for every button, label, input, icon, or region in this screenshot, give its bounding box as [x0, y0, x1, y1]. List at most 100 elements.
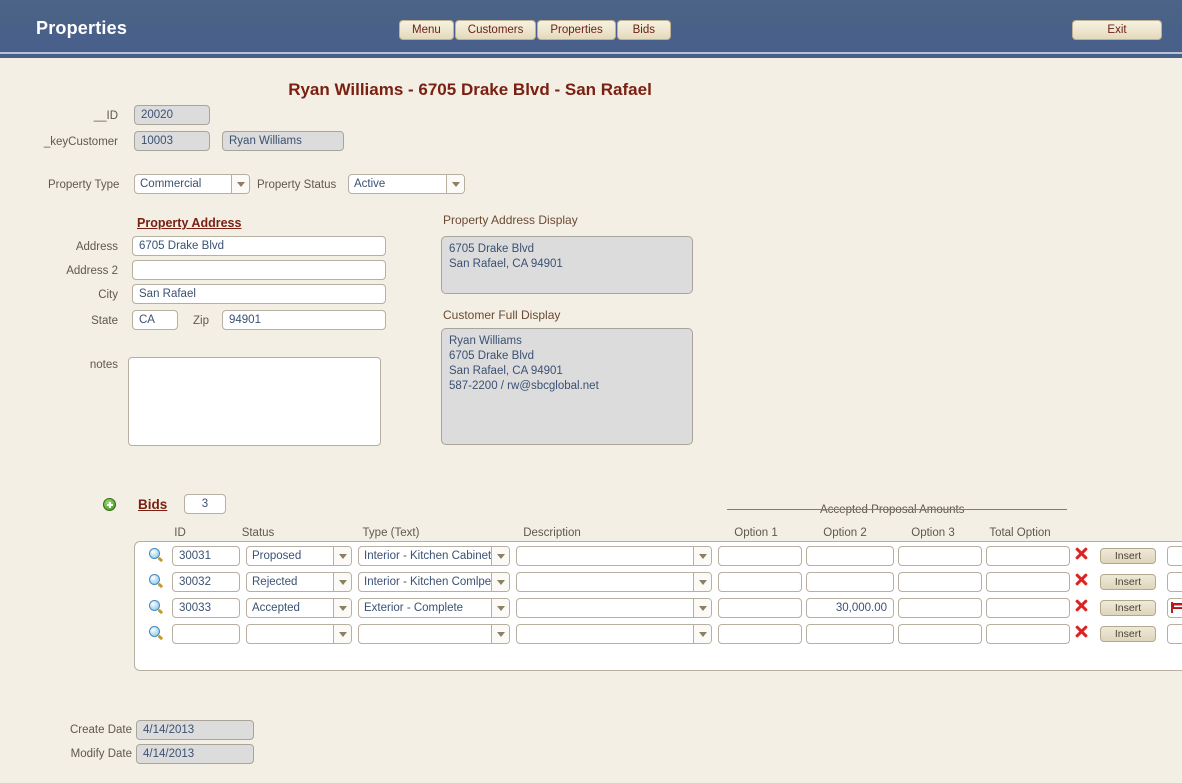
- bids-section-title: Bids: [138, 497, 168, 512]
- bid-status-dropdown[interactable]: [246, 624, 352, 644]
- column-header-status: Status: [241, 527, 275, 539]
- chevron-down-icon[interactable]: [333, 547, 351, 565]
- label-create-date: Create Date: [69, 724, 132, 736]
- bid-id-field[interactable]: 30032: [172, 572, 240, 592]
- bid-total-option-field[interactable]: [986, 546, 1070, 566]
- table-row[interactable]: 30031 Proposed Interior - Kitchen Cabine…: [135, 544, 1182, 570]
- nav-button-menu[interactable]: Menu: [399, 20, 454, 40]
- search-icon[interactable]: [149, 574, 164, 589]
- delete-row-icon[interactable]: [1075, 573, 1088, 586]
- nav-button-properties[interactable]: Properties: [537, 20, 616, 40]
- chevron-down-icon[interactable]: [231, 175, 249, 193]
- bid-extra-field[interactable]: [1167, 546, 1182, 566]
- bid-option1-field[interactable]: [718, 624, 802, 644]
- bid-extra-field[interactable]: [1167, 572, 1182, 592]
- bid-option3-field[interactable]: [898, 546, 982, 566]
- chevron-down-icon[interactable]: [491, 625, 509, 643]
- bid-option2-field[interactable]: [806, 572, 894, 592]
- bid-option3-field[interactable]: [898, 598, 982, 618]
- address-input[interactable]: 6705 Drake Blvd: [132, 236, 386, 256]
- table-row[interactable]: 30033 Accepted Exterior - Complete 30,00…: [135, 596, 1182, 622]
- column-header-description: Description: [523, 527, 581, 539]
- bid-total-option-field[interactable]: [986, 624, 1070, 644]
- label-property-type: Property Type: [48, 179, 120, 191]
- insert-button[interactable]: Insert: [1100, 600, 1156, 616]
- bid-total-option-field[interactable]: [986, 572, 1070, 592]
- bid-total-option-field[interactable]: [986, 598, 1070, 618]
- label-state: State: [91, 315, 118, 327]
- exit-button[interactable]: Exit: [1072, 20, 1162, 40]
- chevron-down-icon[interactable]: [693, 547, 711, 565]
- bid-type-dropdown[interactable]: Interior - Kitchen Cabinets: [358, 546, 510, 566]
- bid-description-dropdown[interactable]: [516, 598, 712, 618]
- bid-id-field[interactable]: 30033: [172, 598, 240, 618]
- chevron-down-icon[interactable]: [491, 547, 509, 565]
- label-property-status: Property Status: [257, 179, 337, 191]
- delete-row-icon[interactable]: [1075, 625, 1088, 638]
- property-status-value: Active: [354, 178, 386, 190]
- insert-button[interactable]: Insert: [1100, 548, 1156, 564]
- bid-option2-field[interactable]: 30,000.00: [806, 598, 894, 618]
- label-notes: notes: [89, 359, 118, 371]
- table-row[interactable]: 30032 Rejected Interior - Kitchen Comlpe…: [135, 570, 1182, 596]
- bid-type-value: Interior - Kitchen Cabinets: [364, 550, 491, 562]
- property-status-dropdown[interactable]: Active: [348, 174, 465, 194]
- bid-status-dropdown[interactable]: Proposed: [246, 546, 352, 566]
- bid-option3-field[interactable]: [898, 624, 982, 644]
- bid-extra-field[interactable]: [1167, 624, 1182, 644]
- create-date-field: 4/14/2013: [136, 720, 254, 740]
- bid-type-dropdown[interactable]: Interior - Kitchen Comlpete: [358, 572, 510, 592]
- label-address: Address: [75, 241, 118, 253]
- address2-input[interactable]: [132, 260, 386, 280]
- bid-description-dropdown[interactable]: [516, 624, 712, 644]
- insert-button[interactable]: Insert: [1100, 626, 1156, 642]
- chevron-down-icon[interactable]: [333, 599, 351, 617]
- chevron-down-icon[interactable]: [333, 573, 351, 591]
- city-input[interactable]: San Rafael: [132, 284, 386, 304]
- search-icon[interactable]: [149, 626, 164, 641]
- bid-status-dropdown[interactable]: Accepted: [246, 598, 352, 618]
- insert-button[interactable]: Insert: [1100, 574, 1156, 590]
- bid-extra-field[interactable]: [1167, 598, 1182, 618]
- delete-row-icon[interactable]: [1075, 547, 1088, 560]
- bid-option3-field[interactable]: [898, 572, 982, 592]
- search-icon[interactable]: [149, 548, 164, 563]
- bid-description-dropdown[interactable]: [516, 572, 712, 592]
- state-input[interactable]: CA: [132, 310, 178, 330]
- table-row[interactable]: Insert: [135, 622, 1182, 648]
- customer-name-field: Ryan Williams: [222, 131, 344, 151]
- nav-button-bids[interactable]: Bids: [616, 20, 671, 40]
- delete-row-icon[interactable]: [1075, 599, 1088, 612]
- bid-option2-field[interactable]: [806, 546, 894, 566]
- chevron-down-icon[interactable]: [693, 599, 711, 617]
- zip-input[interactable]: 94901: [222, 310, 386, 330]
- bid-status-dropdown[interactable]: Rejected: [246, 572, 352, 592]
- chevron-down-icon[interactable]: [446, 175, 464, 193]
- keycustomer-field: 10003: [134, 131, 210, 151]
- flag-icon[interactable]: [1171, 602, 1182, 613]
- nav-button-customers[interactable]: Customers: [454, 20, 537, 40]
- search-icon[interactable]: [149, 600, 164, 615]
- bid-status-value: Proposed: [252, 550, 302, 562]
- property-type-dropdown[interactable]: Commercial: [134, 174, 250, 194]
- chevron-down-icon[interactable]: [491, 573, 509, 591]
- chevron-down-icon[interactable]: [333, 625, 351, 643]
- chevron-down-icon[interactable]: [491, 599, 509, 617]
- label-keycustomer: _keyCustomer: [43, 136, 118, 148]
- bids-portal[interactable]: 30031 Proposed Interior - Kitchen Cabine…: [134, 541, 1182, 671]
- label-property-address-display: Property Address Display: [443, 213, 578, 227]
- bid-option1-field[interactable]: [718, 572, 802, 592]
- bid-id-field[interactable]: [172, 624, 240, 644]
- modify-date-field: 4/14/2013: [136, 744, 254, 764]
- bid-type-dropdown[interactable]: [358, 624, 510, 644]
- bid-option1-field[interactable]: [718, 598, 802, 618]
- bid-description-dropdown[interactable]: [516, 546, 712, 566]
- bid-option2-field[interactable]: [806, 624, 894, 644]
- bid-type-dropdown[interactable]: Exterior - Complete: [358, 598, 510, 618]
- bid-id-field[interactable]: 30031: [172, 546, 240, 566]
- chevron-down-icon[interactable]: [693, 625, 711, 643]
- bid-option1-field[interactable]: [718, 546, 802, 566]
- add-bid-icon[interactable]: [103, 498, 116, 511]
- chevron-down-icon[interactable]: [693, 573, 711, 591]
- notes-textarea[interactable]: [128, 357, 381, 446]
